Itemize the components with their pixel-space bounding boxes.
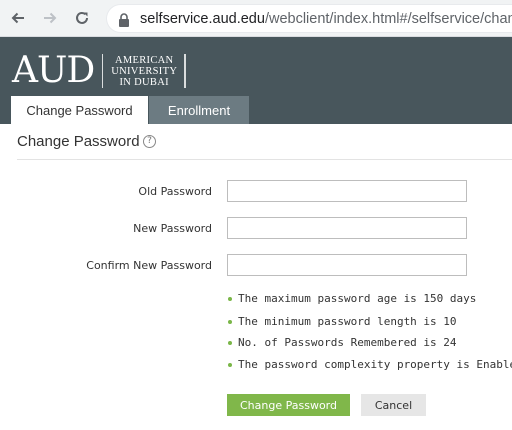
arrow-left-icon[interactable] xyxy=(7,7,29,29)
logo-end-bar xyxy=(184,54,187,88)
aud-logo[interactable]: AUD AMERICAN UNIVERSITY IN DUBAI xyxy=(12,50,187,91)
bullet-icon xyxy=(228,340,232,345)
bullet-icon xyxy=(228,319,232,324)
divider xyxy=(17,159,512,160)
policy-rule-text: The maximum password age is 150 days xyxy=(238,292,477,305)
confirm-password-label: Confirm New Password xyxy=(86,259,212,272)
policy-rule-item: The minimum password length is 10 xyxy=(228,315,457,328)
new-password-label: New Password xyxy=(133,222,212,235)
lock-icon xyxy=(118,12,130,31)
bullet-icon xyxy=(228,362,232,367)
new-password-input[interactable] xyxy=(227,217,467,239)
change-password-button[interactable]: Change Password xyxy=(227,394,350,416)
confirm-password-input[interactable] xyxy=(227,254,467,276)
tab-label: Change Password xyxy=(26,102,133,118)
page-title: Change Password xyxy=(17,133,140,150)
logo-letters: AUD xyxy=(12,50,95,91)
policy-rule-text: The minimum password length is 10 xyxy=(238,315,457,328)
old-password-label: Old Password xyxy=(138,185,212,198)
address-bar[interactable]: selfservice.aud.edu/webclient/index.html… xyxy=(106,4,512,33)
logo-divider xyxy=(102,54,104,88)
reload-icon[interactable] xyxy=(71,7,93,29)
policy-rule-text: The password complexity property is Enab… xyxy=(238,358,512,371)
cancel-button[interactable]: Cancel xyxy=(361,394,426,416)
arrow-right-icon[interactable] xyxy=(39,7,61,29)
tab-label: Enrollment xyxy=(167,102,231,118)
help-icon[interactable]: ? xyxy=(143,135,156,148)
policy-rule-item: The password complexity property is Enab… xyxy=(228,358,512,371)
policy-rule-item: No. of Passwords Remembered is 24 xyxy=(228,336,457,349)
logo-text: AMERICAN UNIVERSITY IN DUBAI xyxy=(111,55,177,88)
logo-line-2: UNIVERSITY xyxy=(111,65,178,77)
logo-line-1: AMERICAN xyxy=(115,54,174,66)
app-header: AUD AMERICAN UNIVERSITY IN DUBAI Change … xyxy=(0,37,512,124)
bullet-icon xyxy=(228,296,232,301)
policy-rule-item: The maximum password age is 150 days xyxy=(228,292,476,305)
url-text: selfservice.aud.edu/webclient/index.html… xyxy=(140,11,512,27)
tab-change-password[interactable]: Change Password xyxy=(11,96,148,124)
logo-line-3: IN DUBAI xyxy=(119,76,169,88)
url-path: /webclient/index.html#/selfservice/chang… xyxy=(264,11,512,27)
old-password-input[interactable] xyxy=(227,180,467,202)
policy-rule-text: No. of Passwords Remembered is 24 xyxy=(238,336,457,349)
browser-toolbar: selfservice.aud.edu/webclient/index.html… xyxy=(0,0,512,37)
tab-enrollment[interactable]: Enrollment xyxy=(149,96,249,124)
url-host: selfservice.aud.edu xyxy=(140,11,265,27)
